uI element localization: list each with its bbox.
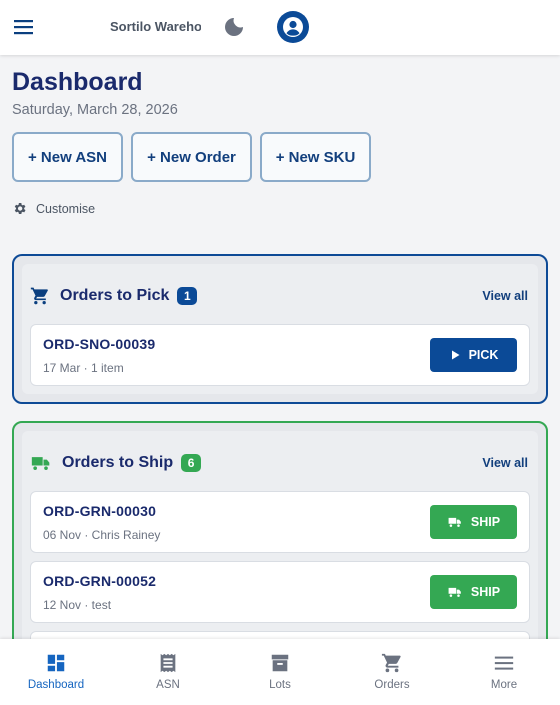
order-row[interactable]: ORD-SNO-00039 17 Mar · 1 item PICK [30,324,530,386]
card-title: Orders to Ship [62,454,174,471]
play-icon [451,350,460,360]
pick-button[interactable]: PICK [430,338,517,372]
order-id: ORD-GRN-00030 [43,503,157,519]
order-row[interactable]: ORD-GRN-00052 12 Nov · test SHIP [30,561,530,623]
nav-orders[interactable]: Orders [336,639,448,705]
pick-button-label: PICK [468,348,499,362]
card-title: Orders to Pick [60,287,170,304]
new-sku-button[interactable]: + New SKU [260,132,371,182]
gear-icon [14,203,26,214]
dashboard-icon [47,654,65,672]
card-header: Orders to Pick 1 View all [30,286,528,306]
account-circle-icon [283,17,303,37]
order-row[interactable]: ORD-GRN-00030 06 Nov · Chris Rainey SHIP [30,491,530,553]
account-button[interactable] [277,11,309,43]
orders-to-pick-card: Orders to Pick 1 View all ORD-SNO-00039 … [12,254,548,404]
new-asn-button[interactable]: + New ASN [12,132,123,182]
nav-label: Lots [269,679,291,691]
archive-box-icon [271,654,289,672]
view-all-link[interactable]: View all [482,289,528,303]
order-meta: 06 Nov · Chris Rainey [43,528,161,542]
cart-icon [381,653,401,673]
bottom-navigation: Dashboard ASN Lots Orders More [0,639,560,705]
card-header: Orders to Ship 6 View all [30,453,528,473]
count-badge: 6 [181,454,202,472]
order-meta: 12 Nov · test [43,598,112,612]
nav-label: ASN [156,679,180,691]
hamburger-icon [14,20,33,35]
nav-label: Dashboard [27,679,85,691]
ship-button[interactable]: SHIP [430,505,517,539]
nav-lots[interactable]: Lots [224,639,336,705]
hamburger-icon [494,656,514,670]
customise-button[interactable]: Customise [12,201,95,216]
page-title: Dashboard [12,68,143,96]
nav-dashboard[interactable]: Dashboard [0,639,112,705]
view-all-link[interactable]: View all [482,456,528,470]
ship-button-label: SHIP [470,585,501,599]
nav-asn[interactable]: ASN [112,639,224,705]
nav-label: More [490,679,518,691]
ship-button-label: SHIP [470,515,501,529]
new-order-button[interactable]: + New Order [131,132,252,182]
page-date: Saturday, March 28, 2026 [12,102,178,118]
truck-icon [448,517,461,527]
count-badge: 1 [177,287,198,305]
menu-button[interactable] [12,15,36,39]
dark-mode-toggle[interactable] [222,15,246,39]
order-id: ORD-SNO-00039 [43,336,156,352]
cart-icon [30,287,48,305]
order-id: ORD-GRN-00052 [43,573,157,589]
top-app-bar: Sortilo Warehou [0,0,560,55]
truck-icon [31,457,50,470]
nav-label: Orders [374,679,410,691]
receipt-icon [160,653,176,673]
moon-icon [225,18,243,36]
nav-more[interactable]: More [448,639,560,705]
customise-label: Customise [36,201,96,216]
order-meta: 17 Mar · 1 item [43,361,124,375]
ship-button[interactable]: SHIP [430,575,517,609]
brand-name: Sortilo Warehou [110,19,201,34]
truck-icon [448,587,461,597]
